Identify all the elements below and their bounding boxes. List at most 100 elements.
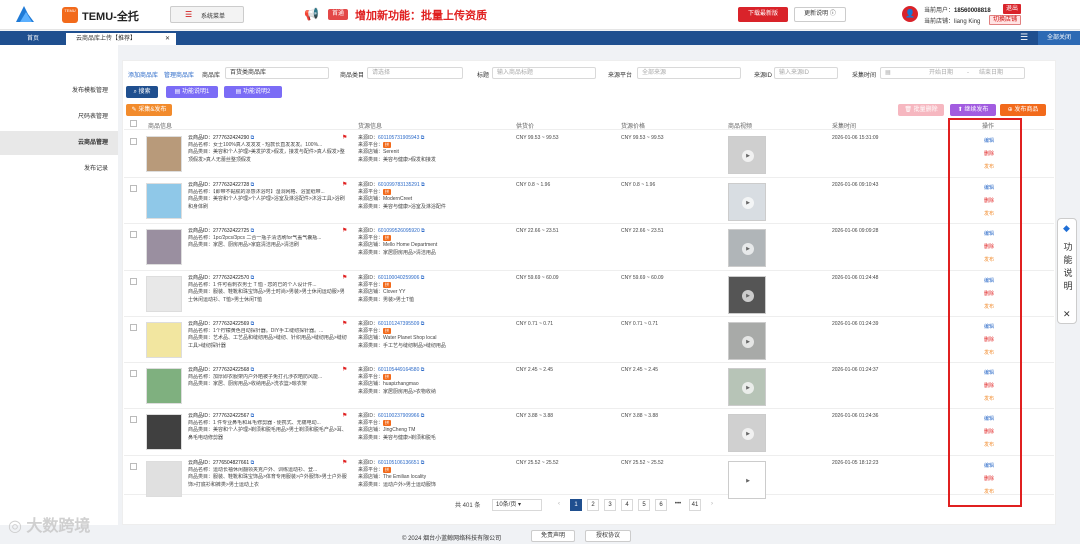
copy-icon[interactable]: ⧉ [421, 135, 425, 141]
next-page-button[interactable]: › [706, 499, 718, 511]
copy-icon[interactable]: ⧉ [421, 182, 425, 188]
manage-library-link[interactable]: 管理商品库 [164, 70, 194, 79]
page-2[interactable]: 2 [587, 499, 599, 511]
sidebar-item-publish-log[interactable]: 发布记录 [0, 157, 118, 181]
update-notes-button[interactable]: 更新说明 ⓘ [794, 7, 846, 22]
copy-icon[interactable]: ⧉ [251, 135, 255, 141]
play-icon[interactable]: ▶ [742, 382, 754, 394]
tab-list-icon[interactable]: ☰ [1020, 32, 1028, 43]
play-icon[interactable]: ▶ [742, 197, 754, 209]
page-ellipsis[interactable]: ••• [672, 499, 684, 511]
product-thumbnail[interactable] [146, 322, 182, 358]
copy-icon[interactable]: ⧉ [421, 321, 425, 327]
product-video[interactable]: ▶ [728, 322, 766, 360]
copy-icon[interactable]: ⧉ [421, 413, 425, 419]
page-1[interactable]: 1 [570, 499, 582, 511]
product-video[interactable]: ▶ [728, 276, 766, 314]
copy-icon[interactable]: ⧉ [251, 367, 255, 373]
tab-cloud-upload[interactable]: 云商品库上传【推荐】 ✕ [66, 33, 176, 45]
product-video[interactable]: ▶ [728, 414, 766, 452]
copy-icon[interactable]: ⧉ [251, 275, 255, 281]
page-41[interactable]: 41 [689, 499, 701, 511]
page-size-select[interactable]: 10条/页 ▾ [492, 499, 542, 511]
product-video[interactable]: ▶ [728, 368, 766, 406]
source-id-link[interactable]: 601100040259906 [378, 275, 419, 281]
add-library-link[interactable]: 添加商品库 [128, 70, 158, 79]
download-latest-button[interactable]: 下载最新版 [738, 7, 788, 22]
play-icon[interactable]: ▶ [742, 336, 754, 348]
product-thumbnail[interactable] [146, 276, 182, 312]
copy-icon[interactable]: ⧉ [421, 228, 425, 234]
product-video[interactable]: ▶ [728, 136, 766, 174]
tab-home[interactable]: 首页 [2, 33, 64, 45]
row-checkbox[interactable] [130, 138, 137, 145]
row-checkbox[interactable] [130, 185, 137, 192]
product-thumbnail[interactable] [146, 229, 182, 265]
page-3[interactable]: 3 [604, 499, 616, 511]
select-all-checkbox[interactable] [130, 120, 137, 127]
product-video[interactable]: ▶ [728, 229, 766, 267]
copy-icon[interactable]: ⧉ [251, 182, 255, 188]
category-select[interactable]: 请选择 [367, 67, 463, 79]
library-select[interactable]: 百货类商品库 [225, 67, 329, 79]
copy-icon[interactable]: ⧉ [251, 413, 255, 419]
copy-icon[interactable]: ⧉ [421, 367, 425, 373]
publish-products-button[interactable]: ⊕ 发布商品 [1000, 104, 1046, 116]
source-id-link[interactable]: 601100237909966 [378, 413, 419, 419]
product-thumbnail[interactable] [146, 368, 182, 404]
search-button[interactable]: ⌕ 搜索 [126, 86, 158, 98]
collect-publish-button[interactable]: ✎ 采集&发布 [126, 104, 172, 116]
page-6[interactable]: 6 [655, 499, 667, 511]
source-platform-select[interactable]: 全部来源 [637, 67, 741, 79]
product-video[interactable]: ▶ [728, 461, 766, 499]
product-thumbnail[interactable] [146, 461, 182, 497]
source-id-link[interactable]: 601099526095920 [378, 228, 420, 234]
row-checkbox[interactable] [130, 324, 137, 331]
source-id-link[interactable]: 601099783135291 [378, 182, 420, 188]
play-icon[interactable]: ▶ [742, 243, 754, 255]
license-button[interactable]: 授权协议 [585, 530, 631, 542]
help1-button[interactable]: ▤ 功能说明1 [166, 86, 218, 98]
play-icon[interactable]: ▶ [742, 150, 754, 162]
play-icon[interactable]: ▶ [742, 475, 754, 487]
logout-button[interactable]: 退出 [1003, 4, 1022, 14]
row-checkbox[interactable] [130, 231, 137, 238]
source-id-link[interactable]: 601105106136651 [378, 460, 419, 466]
copy-icon[interactable]: ⧉ [251, 321, 255, 327]
copy-icon[interactable]: ⧉ [251, 228, 255, 234]
source-id-link[interactable]: 601101247395509 [378, 321, 419, 327]
user-avatar-icon[interactable]: 👤 [902, 6, 918, 22]
switch-store-button[interactable]: 切换店铺 [989, 15, 1022, 25]
help2-button[interactable]: ▤ 功能说明2 [224, 86, 282, 98]
close-icon[interactable]: ✕ [1063, 309, 1071, 320]
sidebar-item-template[interactable]: 发布模板管理 [0, 79, 118, 103]
page-5[interactable]: 5 [638, 499, 650, 511]
floating-help-panel[interactable]: ◆ 功能说明 ✕ [1057, 218, 1077, 324]
source-id-input[interactable]: 输入来源ID [774, 67, 838, 79]
close-all-tabs-button[interactable]: 全部关闭 [1038, 31, 1080, 45]
system-menu-button[interactable]: ☰ 系统菜单 [170, 6, 244, 23]
page-4[interactable]: 4 [621, 499, 633, 511]
copy-icon[interactable]: ⧉ [421, 460, 425, 466]
batch-delete-button[interactable]: 🗑 批量删除 [898, 104, 944, 116]
sidebar-item-cloud-products[interactable]: 云商品管理 [0, 131, 118, 155]
tab-close-icon[interactable]: ✕ [165, 33, 170, 45]
product-thumbnail[interactable] [146, 183, 182, 219]
row-checkbox[interactable] [130, 463, 137, 470]
source-id-link[interactable]: 601105731905943 [378, 135, 419, 141]
copy-icon[interactable]: ⧉ [421, 275, 425, 281]
disclaimer-button[interactable]: 免责声明 [531, 530, 575, 542]
copy-icon[interactable]: ⧉ [251, 460, 255, 466]
row-checkbox[interactable] [130, 416, 137, 423]
prev-page-button[interactable]: ‹ [553, 499, 565, 511]
row-checkbox[interactable] [130, 370, 137, 377]
sidebar-item-size-chart[interactable]: 尺码表管理 [0, 105, 118, 129]
play-icon[interactable]: ▶ [742, 290, 754, 302]
title-input[interactable]: 输入商品标题 [492, 67, 596, 79]
source-id-link[interactable]: 601105449164580 [378, 367, 419, 373]
play-icon[interactable]: ▶ [742, 428, 754, 440]
product-video[interactable]: ▶ [728, 183, 766, 221]
product-thumbnail[interactable] [146, 414, 182, 450]
continue-publish-button[interactable]: ⬆ 继续发布 [950, 104, 996, 116]
row-checkbox[interactable] [130, 278, 137, 285]
